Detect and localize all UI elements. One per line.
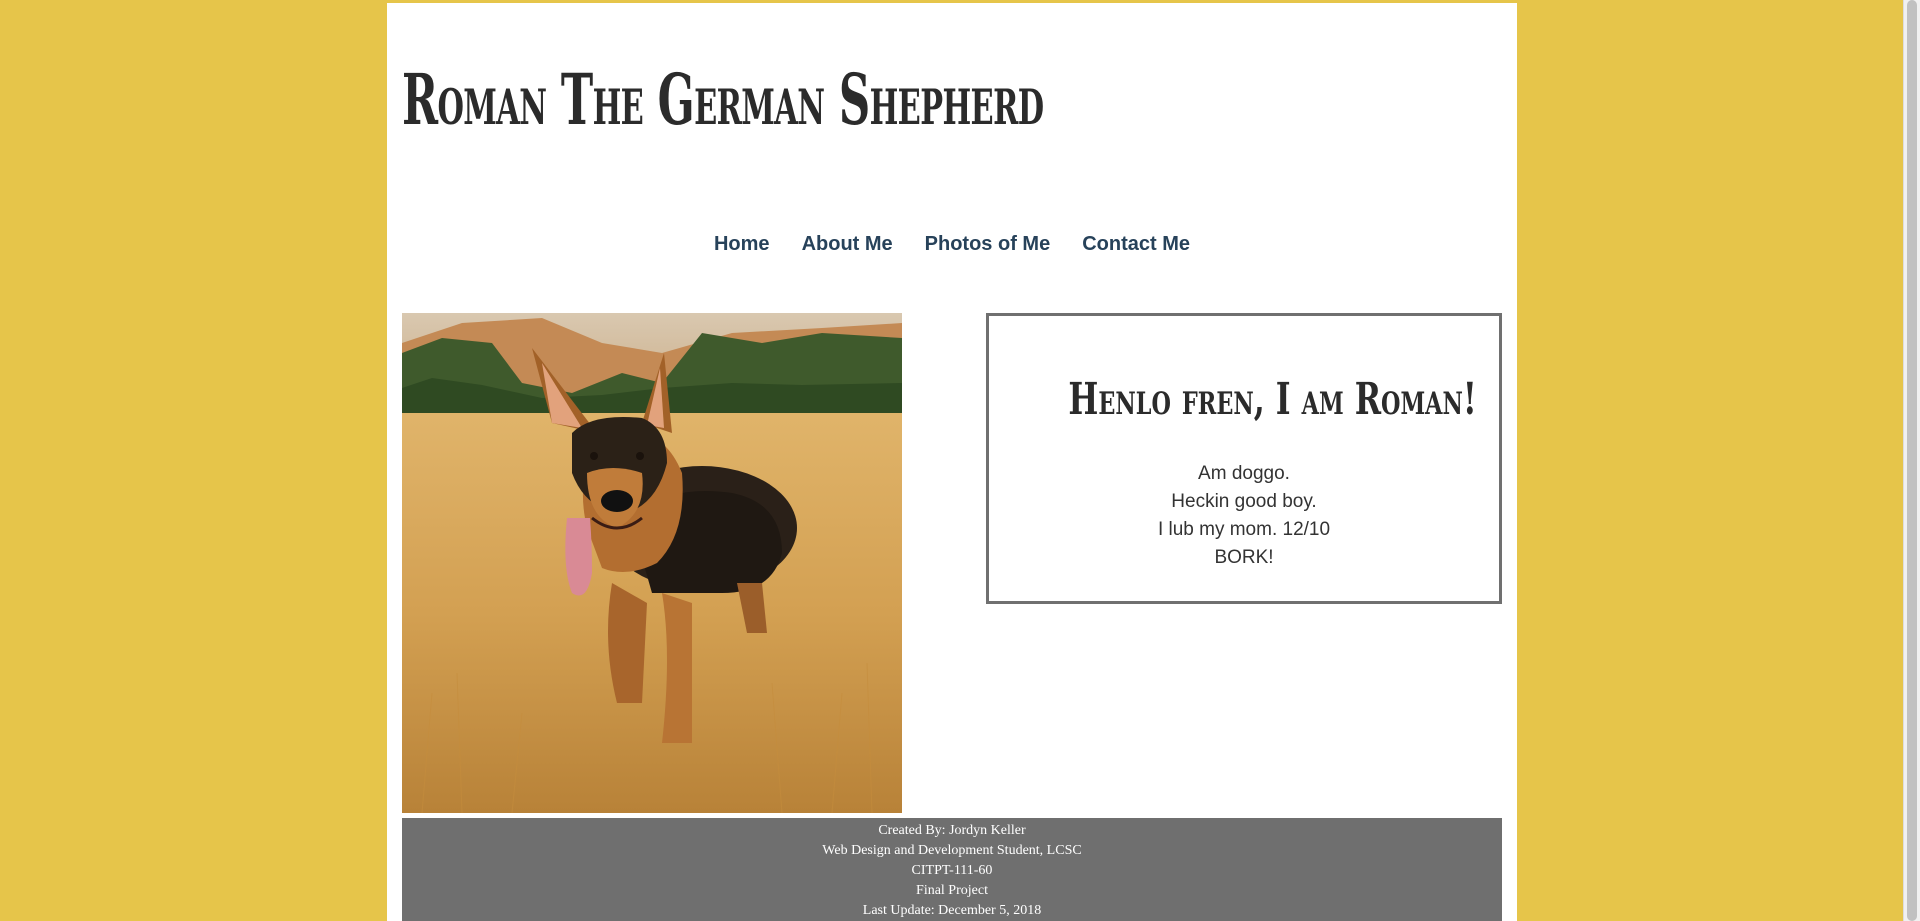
site-footer: Created By: Jordyn Keller Web Design and… xyxy=(402,818,1502,921)
nav-photos-link[interactable]: Photos of Me xyxy=(909,233,1067,256)
footer-line: Final Project xyxy=(916,883,988,898)
dog-photo xyxy=(402,313,902,813)
intro-line: BORK! xyxy=(1214,547,1274,568)
scrollbar-thumb[interactable] xyxy=(1907,0,1917,921)
site-title: Roman The German Shepherd xyxy=(402,58,1044,141)
vertical-scrollbar[interactable] xyxy=(1903,0,1920,921)
nav-contact-link[interactable]: Contact Me xyxy=(1066,233,1206,256)
intro-line: I lub my mom. 12/10 xyxy=(1157,519,1331,540)
footer-line: Created By: Jordyn Keller xyxy=(878,823,1026,838)
intro-box: Henlo fren, I am Roman! Am doggo. Heckin… xyxy=(986,313,1502,604)
intro-line: Heckin good boy. xyxy=(1171,491,1317,512)
intro-line: Am doggo. xyxy=(1198,463,1290,484)
page-container: Roman The German Shepherd Home About Me … xyxy=(387,3,1517,921)
footer-line: Last Update: December 5, 2018 xyxy=(862,903,1042,918)
intro-heading: Henlo fren, I am Roman! xyxy=(1068,374,1477,425)
intro-text: Am doggo. Heckin good boy. I lub my mom.… xyxy=(989,460,1499,572)
main-nav: Home About Me Photos of Me Contact Me xyxy=(387,233,1517,256)
footer-line: Web Design and Development Student, LCSC xyxy=(822,843,1082,858)
nav-home-link[interactable]: Home xyxy=(698,233,786,256)
footer-line: CITPT-111-60 xyxy=(911,863,993,878)
nav-about-link[interactable]: About Me xyxy=(786,233,909,256)
